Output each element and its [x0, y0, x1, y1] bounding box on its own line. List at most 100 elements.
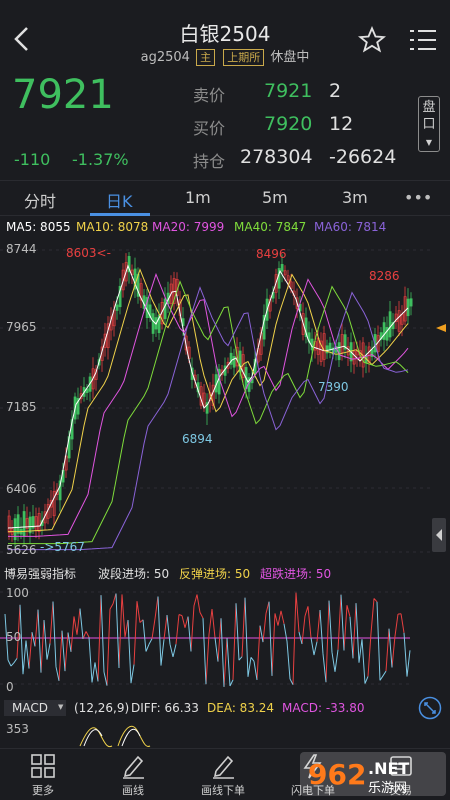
- candle: [406, 288, 410, 325]
- ask-volume: 2: [329, 80, 342, 102]
- candle: [25, 506, 29, 537]
- candle: [52, 481, 56, 525]
- candle: [277, 261, 281, 300]
- candle: [139, 278, 143, 308]
- candle: [34, 507, 38, 539]
- candle: [22, 504, 26, 545]
- tab-5m[interactable]: 5m: [262, 188, 288, 207]
- price-change: -110: [14, 150, 51, 169]
- candle: [409, 292, 413, 316]
- candle: [19, 517, 23, 540]
- star-icon[interactable]: [357, 25, 387, 54]
- indicator-bar: 博易强弱指标 波段进场: 50 反弹进场: 50 超跌进场: 50: [0, 562, 450, 582]
- svg-text:.NET: .NET: [368, 759, 409, 778]
- tab-daily-k[interactable]: 日K: [106, 188, 133, 212]
- ask-label: 卖价: [193, 86, 226, 105]
- strength-line-down: [4, 593, 411, 687]
- nav-draw-line-label: 画线: [122, 784, 144, 797]
- candle: [325, 339, 329, 359]
- y-tick-8744: 8744: [6, 242, 37, 256]
- candle: [217, 364, 221, 404]
- tab-timeshare[interactable]: 分时: [24, 188, 56, 212]
- high-annotation-8286: 8286: [369, 269, 400, 283]
- ma40-value: MA40: 7847: [234, 220, 307, 234]
- candle: [229, 346, 233, 370]
- low-annotation-5767: ->5767: [40, 540, 85, 554]
- candle: [82, 377, 86, 402]
- main-tag: 主: [196, 49, 216, 66]
- macd-chart: [0, 718, 450, 748]
- strength-line-up: [16, 592, 405, 687]
- open-interest-label: 持仓: [193, 152, 226, 171]
- indicator-name[interactable]: 博易强弱指标: [4, 565, 76, 582]
- svg-text:962: 962: [308, 758, 366, 791]
- candle: [397, 301, 401, 337]
- rebound-entry: 反弹进场: 50: [179, 567, 251, 581]
- candle: [205, 393, 209, 426]
- indicator-tick-0: 0: [6, 680, 14, 694]
- candle: [76, 387, 80, 420]
- nav-draw-line[interactable]: 画线: [98, 753, 168, 798]
- candle: [388, 301, 392, 342]
- candle: [304, 307, 308, 344]
- last-price: 7921: [12, 72, 114, 118]
- wave-entry: 波段进场: 50: [98, 567, 170, 581]
- candle: [307, 321, 311, 354]
- order-book-button[interactable]: 盘口 ▼: [418, 96, 440, 152]
- candle: [157, 303, 161, 340]
- tab-3m[interactable]: 3m: [342, 188, 368, 207]
- tab-1m[interactable]: 1m: [185, 188, 211, 207]
- side-collapse-button[interactable]: [432, 518, 446, 552]
- candle: [394, 305, 398, 330]
- candle: [370, 340, 374, 361]
- candle: [118, 278, 122, 315]
- candle: [367, 342, 371, 373]
- open-interest-value: 278304: [240, 146, 313, 168]
- fullscreen-icon[interactable]: [418, 696, 442, 720]
- period-tabs: 分时 日K 1m 5m 3m •••: [0, 180, 450, 216]
- candle: [133, 257, 137, 298]
- exchange-tag: 上期所: [223, 49, 265, 66]
- indicator-tick-100: 100: [6, 586, 29, 600]
- candle: [328, 336, 332, 359]
- macd-name: MACD: [12, 701, 48, 715]
- strength-indicator-chart[interactable]: [0, 584, 450, 692]
- price-marker-icon: [434, 317, 446, 332]
- more-tabs-icon[interactable]: •••: [404, 188, 432, 207]
- pen-icon: [123, 755, 144, 779]
- menu-icon[interactable]: [410, 28, 438, 52]
- open-interest-change: -26624: [329, 146, 397, 168]
- macd-diff: DIFF: 66.33: [131, 701, 199, 715]
- candle: [247, 373, 251, 399]
- ma20-value: MA20: 7999: [152, 220, 225, 234]
- macd-dropdown-icon: ▼: [58, 703, 64, 711]
- candle: [88, 372, 92, 402]
- y-tick-6406: 6406: [6, 482, 37, 496]
- candle: [403, 286, 407, 326]
- nav-draw-order-label: 画线下单: [201, 784, 245, 797]
- nav-draw-order[interactable]: 画线下单: [188, 753, 258, 798]
- grid-icon: [31, 754, 55, 778]
- low-annotation-7390: 7390: [318, 380, 349, 394]
- macd-value: MACD: -33.80: [282, 701, 365, 715]
- high-annotation-8496: 8496: [256, 247, 287, 261]
- tab-active-underline: [90, 213, 150, 216]
- nav-more[interactable]: 更多: [8, 753, 78, 798]
- macd-dea: DEA: 83.24: [207, 701, 275, 715]
- oversold-entry: 超跌进场: 50: [260, 567, 332, 581]
- kline-chart[interactable]: [0, 236, 450, 560]
- y-tick-7185: 7185: [6, 400, 37, 414]
- macd-params: (12,26,9): [74, 701, 130, 715]
- candle: [232, 348, 236, 376]
- candle: [7, 510, 11, 540]
- low-annotation-6894: 6894: [182, 432, 213, 446]
- candle: [343, 329, 347, 359]
- candle: [337, 330, 341, 368]
- candle: [79, 385, 83, 404]
- y-tick-7965: 7965: [6, 320, 37, 334]
- y-tick-5626: 5626: [6, 543, 37, 557]
- candle: [151, 309, 155, 342]
- order-book-label: 盘口: [422, 100, 436, 132]
- indicator-tick-50: 50: [6, 630, 22, 644]
- candle: [28, 511, 32, 544]
